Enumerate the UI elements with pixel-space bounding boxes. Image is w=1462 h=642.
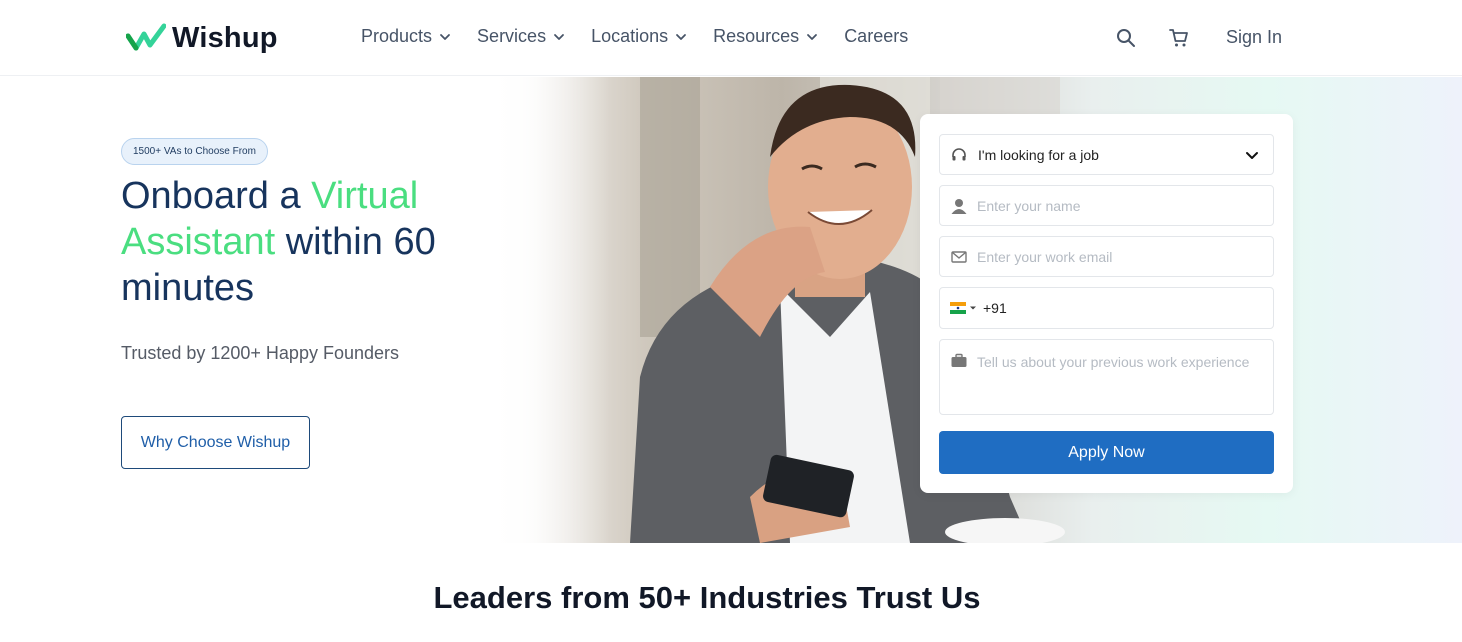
- chevron-down-icon: [554, 33, 564, 40]
- caret-down-icon: [970, 306, 976, 310]
- role-select[interactable]: I'm looking for a job: [939, 134, 1274, 175]
- email-field[interactable]: [939, 236, 1274, 277]
- nav-label: Careers: [844, 26, 909, 46]
- hero-headline: Onboard a Virtual Assistant within 60 mi…: [121, 173, 541, 311]
- experience-textarea[interactable]: [977, 352, 1267, 412]
- main-nav: Products Services Locations Resources Ca…: [361, 26, 908, 47]
- nav-label: Products: [361, 26, 433, 46]
- logo[interactable]: Wishup: [126, 20, 278, 56]
- chevron-down-icon: [440, 33, 450, 40]
- chevron-down-icon: [807, 33, 818, 40]
- job-application-form: I'm looking for a job Enter your name En…: [920, 114, 1293, 493]
- wishup-logo-icon: [126, 23, 166, 51]
- nav-label: Services: [477, 26, 547, 46]
- email-input[interactable]: [977, 248, 1267, 265]
- name-input[interactable]: [977, 197, 1267, 214]
- india-flag-icon[interactable]: [950, 302, 966, 314]
- headline-part-1: Onboard a: [121, 175, 312, 217]
- role-select-value: I'm looking for a job: [978, 146, 1099, 163]
- phone-prefix: +91: [983, 300, 1007, 316]
- nav-careers[interactable]: Careers: [844, 26, 908, 47]
- nav-products[interactable]: Products: [361, 26, 451, 47]
- user-icon: [951, 198, 967, 214]
- nav-resources[interactable]: Resources: [713, 26, 818, 47]
- industries-section-title: Leaders from 50+ Industries Trust Us: [433, 580, 981, 615]
- why-choose-wishup-button[interactable]: Why Choose Wishup: [121, 416, 310, 469]
- hero-subhead: Trusted by 1200+ Happy Founders: [121, 343, 399, 363]
- nav-locations[interactable]: Locations: [591, 26, 687, 47]
- apply-now-button[interactable]: Apply Now: [939, 431, 1274, 474]
- experience-field[interactable]: [939, 339, 1274, 415]
- hero-section: 1500+ VAs to Choose From Onboard a Virtu…: [0, 77, 1462, 543]
- mail-icon: [951, 250, 967, 263]
- chevron-down-icon: [676, 33, 687, 40]
- cart-icon[interactable]: [1168, 27, 1190, 49]
- briefcase-icon: [951, 353, 967, 367]
- sign-in-link[interactable]: Sign In: [1226, 27, 1282, 48]
- headset-icon: [952, 147, 966, 160]
- logo-text: Wishup: [172, 21, 278, 54]
- phone-field[interactable]: +91: [939, 287, 1274, 329]
- vas-count-badge: 1500+ VAs to Choose From: [121, 138, 268, 165]
- site-header: Wishup Products Services Locations Resou…: [0, 0, 1462, 76]
- chevron-down-icon: [1246, 151, 1258, 159]
- name-field[interactable]: [939, 185, 1274, 226]
- nav-services[interactable]: Services: [477, 26, 565, 47]
- nav-label: Resources: [713, 26, 800, 46]
- nav-label: Locations: [591, 26, 669, 46]
- search-icon[interactable]: [1115, 27, 1137, 49]
